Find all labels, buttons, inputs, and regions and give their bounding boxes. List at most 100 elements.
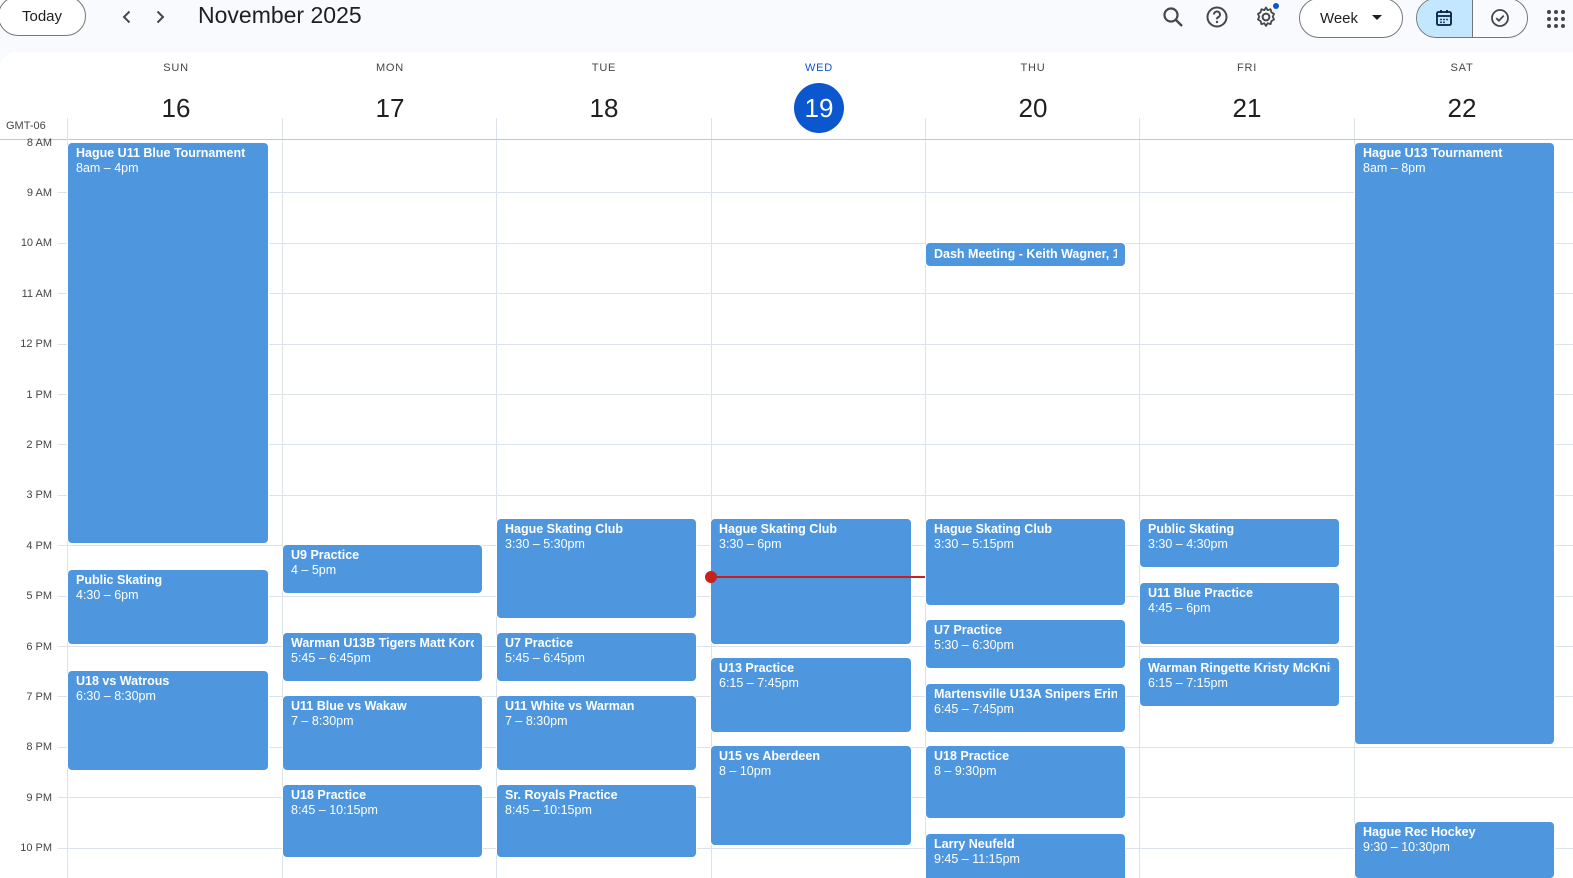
calendar-event[interactable]: Hague Rec Hockey 9:30 – 10:30pm	[1355, 822, 1554, 878]
search-icon[interactable]	[1160, 4, 1186, 30]
apps-grid-icon[interactable]	[1546, 9, 1566, 29]
calendar-event[interactable]: U15 vs Aberdeen 8 – 10pm	[711, 746, 911, 845]
column-divider	[1354, 118, 1355, 140]
calendar-event[interactable]: U9 Practice 4 – 5pm	[283, 545, 482, 593]
hour-label: 12 PM	[20, 338, 52, 350]
event-time: 4:45 – 6pm	[1148, 601, 1211, 615]
help-icon[interactable]	[1204, 4, 1230, 30]
hour-label: 5 PM	[26, 590, 52, 602]
hour-label: 2 PM	[26, 439, 52, 451]
event-title: U18 vs Watrous	[76, 674, 170, 688]
event-time: 3:30 – 5:15pm	[934, 537, 1014, 551]
hour-label: 4 PM	[26, 540, 52, 552]
calendar-event[interactable]: U11 White vs Warman 7 – 8:30pm	[497, 696, 696, 770]
calendar-event[interactable]: Warman Ringette Kristy McKnigh 6:15 – 7:…	[1140, 658, 1339, 706]
hour-line	[58, 293, 1573, 294]
current-time-dot	[705, 571, 717, 583]
event-time: 3:30 – 4:30pm	[1148, 537, 1228, 551]
calendar-event[interactable]: U11 Blue Practice 4:45 – 6pm	[1140, 583, 1339, 644]
chevron-right-icon[interactable]	[147, 4, 173, 30]
column-divider	[496, 118, 497, 140]
event-title: Warman Ringette Kristy McKnigh	[1148, 661, 1331, 675]
calendar-event[interactable]: Sr. Royals Practice 8:45 – 10:15pm	[497, 785, 696, 857]
calendar-event[interactable]: U7 Practice 5:45 – 6:45pm	[497, 633, 696, 681]
calendar-event[interactable]: Hague Skating Club 3:30 – 5:15pm	[926, 519, 1125, 605]
week-calendar-panel: SUN MON TUE WED THU FRI SAT 16 17 18 19 …	[0, 52, 1573, 878]
day-of-week-mon: MON	[375, 62, 405, 74]
day-number-20[interactable]: 20	[1008, 83, 1058, 133]
event-time: 8 – 9:30pm	[934, 764, 997, 778]
calendar-event[interactable]: Hague Skating Club 3:30 – 5:30pm	[497, 519, 696, 618]
calendar-view-toggle[interactable]	[1417, 0, 1473, 37]
hour-label: 11 AM	[21, 288, 52, 300]
calendar-event[interactable]: Larry Neufeld 9:45 – 11:15pm	[926, 834, 1125, 878]
event-title: U9 Practice	[291, 548, 360, 562]
calendar-event[interactable]: Public Skating 3:30 – 4:30pm	[1140, 519, 1339, 567]
day-of-week-fri: FRI	[1236, 62, 1258, 74]
event-title: Hague Skating Club	[505, 522, 624, 536]
day-of-week-tue: TUE	[591, 62, 617, 74]
event-time: 8:45 – 10:15pm	[291, 803, 378, 817]
hour-label: 3 PM	[26, 489, 52, 501]
hour-label: 8 AM	[26, 137, 52, 149]
day-number-19-today[interactable]: 19	[794, 83, 844, 133]
event-title: Sr. Royals Practice	[505, 788, 618, 802]
day-number-16[interactable]: 16	[151, 83, 201, 133]
top-toolbar: Today November 2025 Week	[0, 0, 1573, 40]
day-number-17[interactable]: 17	[365, 83, 415, 133]
hour-line	[58, 394, 1573, 395]
event-title: U13 Practice	[719, 661, 795, 675]
event-time: 4 – 5pm	[291, 563, 337, 577]
calendar-event[interactable]: U11 Blue vs Wakaw 7 – 8:30pm	[283, 696, 482, 770]
notification-dot	[1273, 3, 1279, 9]
day-of-week-thu: THU	[1020, 62, 1046, 74]
column-divider	[282, 118, 283, 140]
event-time: 8am – 8pm	[1363, 161, 1426, 175]
event-title: U7 Practice	[505, 636, 574, 650]
calendar-event[interactable]: Dash Meeting - Keith Wagner, 10	[926, 243, 1125, 266]
calendar-event[interactable]: U18 Practice 8 – 9:30pm	[926, 746, 1125, 818]
today-button[interactable]: Today	[0, 0, 86, 36]
hour-line	[58, 344, 1573, 345]
event-title: Warman U13B Tigers Matt Korolu	[291, 636, 474, 650]
event-time: 8 – 10pm	[719, 764, 772, 778]
calendar-event[interactable]: U18 Practice 8:45 – 10:15pm	[283, 785, 482, 857]
view-select-dropdown[interactable]: Week	[1299, 0, 1403, 38]
day-number-18[interactable]: 18	[579, 83, 629, 133]
hour-label: 7 PM	[26, 691, 52, 703]
event-title: U15 vs Aberdeen	[719, 749, 820, 763]
column-divider	[925, 118, 926, 140]
event-time: 3:30 – 6pm	[719, 537, 782, 551]
tasks-view-toggle[interactable]	[1473, 0, 1528, 37]
column-divider	[1139, 118, 1140, 140]
calendar-event[interactable]: Martensville U13A Snipers Erin 6:45 – 7:…	[926, 684, 1125, 732]
calendar-event[interactable]: U7 Practice 5:30 – 6:30pm	[926, 620, 1125, 668]
event-title: Hague U11 Blue Tournament	[76, 146, 246, 160]
hour-line	[58, 495, 1573, 496]
calendar-event[interactable]: U13 Practice 6:15 – 7:45pm	[711, 658, 911, 732]
day-number-21[interactable]: 21	[1222, 83, 1272, 133]
event-title: U18 Practice	[291, 788, 367, 802]
calendar-event[interactable]: Hague U11 Blue Tournament 8am – 4pm	[68, 143, 268, 543]
day-number-22[interactable]: 22	[1437, 83, 1487, 133]
day-of-week-sun: SUN	[163, 62, 189, 74]
event-time: 9:45 – 11:15pm	[934, 852, 1020, 866]
day-of-week-sat: SAT	[1450, 62, 1474, 74]
calendar-event[interactable]: U18 vs Watrous 6:30 – 8:30pm	[68, 671, 268, 770]
column-divider	[1139, 140, 1140, 878]
calendar-event[interactable]: Warman U13B Tigers Matt Korolu 5:45 – 6:…	[283, 633, 482, 681]
chevron-left-icon[interactable]	[114, 4, 140, 30]
event-time: 9:30 – 10:30pm	[1363, 840, 1450, 854]
event-title: Hague Skating Club	[719, 522, 838, 536]
calendar-event[interactable]: Hague U13 Tournament 8am – 8pm	[1355, 143, 1554, 744]
event-time: 5:45 – 6:45pm	[291, 651, 371, 665]
event-time: 8:45 – 10:15pm	[505, 803, 592, 817]
hour-label: 8 PM	[26, 741, 52, 753]
month-title: November 2025	[198, 2, 362, 28]
event-time: 8am – 4pm	[76, 161, 139, 175]
dropdown-arrow-icon	[1372, 15, 1383, 20]
calendar-event[interactable]: Hague Skating Club 3:30 – 6pm	[711, 519, 911, 644]
column-divider	[711, 118, 712, 140]
hour-label: 10 PM	[20, 842, 52, 854]
calendar-event[interactable]: Public Skating 4:30 – 6pm	[68, 570, 268, 644]
